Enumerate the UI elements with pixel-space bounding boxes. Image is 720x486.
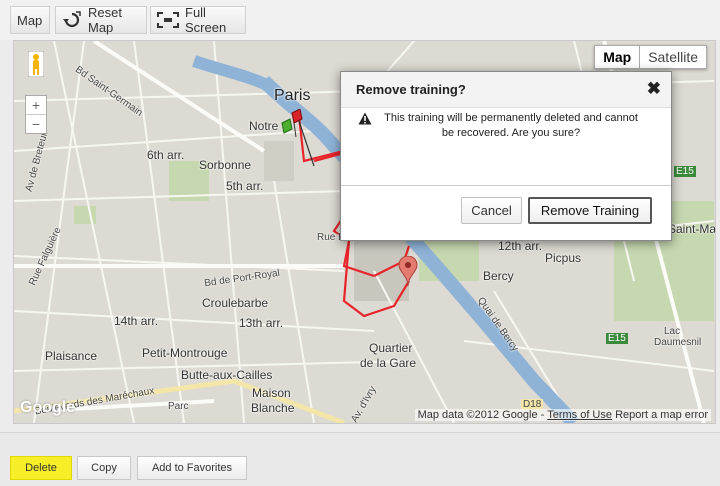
- warning-icon: [358, 112, 372, 125]
- zoom-out-button[interactable]: −: [26, 115, 46, 133]
- full-screen-button[interactable]: Full Screen: [150, 5, 246, 35]
- map-label: Blanche: [251, 401, 295, 415]
- remove-training-dialog: Remove training? ✖ This training will be…: [340, 71, 672, 241]
- reset-map-label: Reset Map: [88, 5, 122, 35]
- cancel-button[interactable]: Cancel: [461, 197, 522, 224]
- map-pin-icon[interactable]: [398, 256, 418, 288]
- action-bar: Delete Copy Add to Favorites: [0, 432, 720, 486]
- remove-training-button[interactable]: Remove Training: [528, 197, 652, 224]
- report-map-error-link[interactable]: Report a map error: [615, 409, 708, 421]
- map-label: Saint-Ma: [668, 222, 716, 236]
- road-shield: E15: [674, 166, 696, 177]
- map-label: Maison: [252, 386, 291, 400]
- map-label: Sorbonne: [199, 158, 252, 172]
- dialog-message: This training will be permanently delete…: [384, 112, 638, 139]
- map-label: Picpus: [545, 251, 582, 265]
- map-toolbar: Map Reset Map Full Screen: [0, 0, 720, 40]
- map-label: Petit-Montrouge: [142, 346, 228, 360]
- map-label: 12th arr.: [498, 239, 543, 253]
- zoom-in-button[interactable]: +: [26, 96, 46, 114]
- add-to-favorites-button[interactable]: Add to Favorites: [137, 456, 247, 480]
- full-screen-label: Full Screen: [185, 5, 227, 35]
- map-label: Bercy: [483, 269, 514, 283]
- dialog-body: This training will be permanently delete…: [341, 108, 671, 184]
- google-logo: Google: [20, 399, 76, 416]
- road-shield: E15: [606, 333, 628, 344]
- delete-button[interactable]: Delete: [10, 456, 72, 480]
- block-area: [264, 141, 294, 181]
- dialog-title: Remove training?: [356, 82, 466, 97]
- reset-icon: [62, 11, 82, 29]
- attribution-text: Map data ©2012 Google: [417, 409, 538, 421]
- map-label: Quartier: [369, 341, 413, 355]
- map-label: Plaisance: [45, 349, 98, 363]
- close-icon[interactable]: ✖: [647, 79, 661, 99]
- map-type-control: Map Satellite: [594, 45, 707, 69]
- map-label: Butte-aux-Cailles: [181, 368, 273, 382]
- road-label: Parc: [168, 401, 189, 412]
- map-type-satellite-button[interactable]: Satellite: [640, 46, 706, 68]
- reset-map-button[interactable]: Reset Map: [55, 5, 147, 35]
- map-label: Paris: [274, 87, 311, 104]
- terms-of-use-link[interactable]: Terms of Use: [547, 409, 612, 421]
- map-tab-label: Map: [17, 12, 43, 28]
- map-label: 13th arr.: [239, 316, 284, 330]
- map-attribution: Map data ©2012 Google - Terms of Use Rep…: [414, 409, 711, 421]
- map-label: de la Gare: [360, 356, 417, 370]
- zoom-control: + −: [25, 95, 47, 134]
- dialog-footer: Cancel Remove Training: [341, 185, 671, 241]
- map-label: Croulebarbe: [202, 296, 269, 310]
- copy-button[interactable]: Copy: [77, 456, 131, 480]
- start-finish-flags-icon: [281, 109, 303, 138]
- full-screen-icon: [157, 12, 179, 28]
- map-label: 5th arr.: [226, 179, 264, 193]
- map-tab-button[interactable]: Map: [10, 6, 50, 34]
- dialog-header: Remove training? ✖: [341, 72, 671, 108]
- road-label: Lac: [664, 326, 681, 337]
- map-label: 6th arr.: [147, 148, 185, 162]
- map-type-map-button[interactable]: Map: [595, 46, 641, 68]
- map-label: 14th arr.: [114, 314, 159, 328]
- street-view-pegman-icon[interactable]: [28, 51, 44, 77]
- map-label: Notre: [249, 119, 279, 133]
- road-label: Daumesnil: [654, 337, 702, 348]
